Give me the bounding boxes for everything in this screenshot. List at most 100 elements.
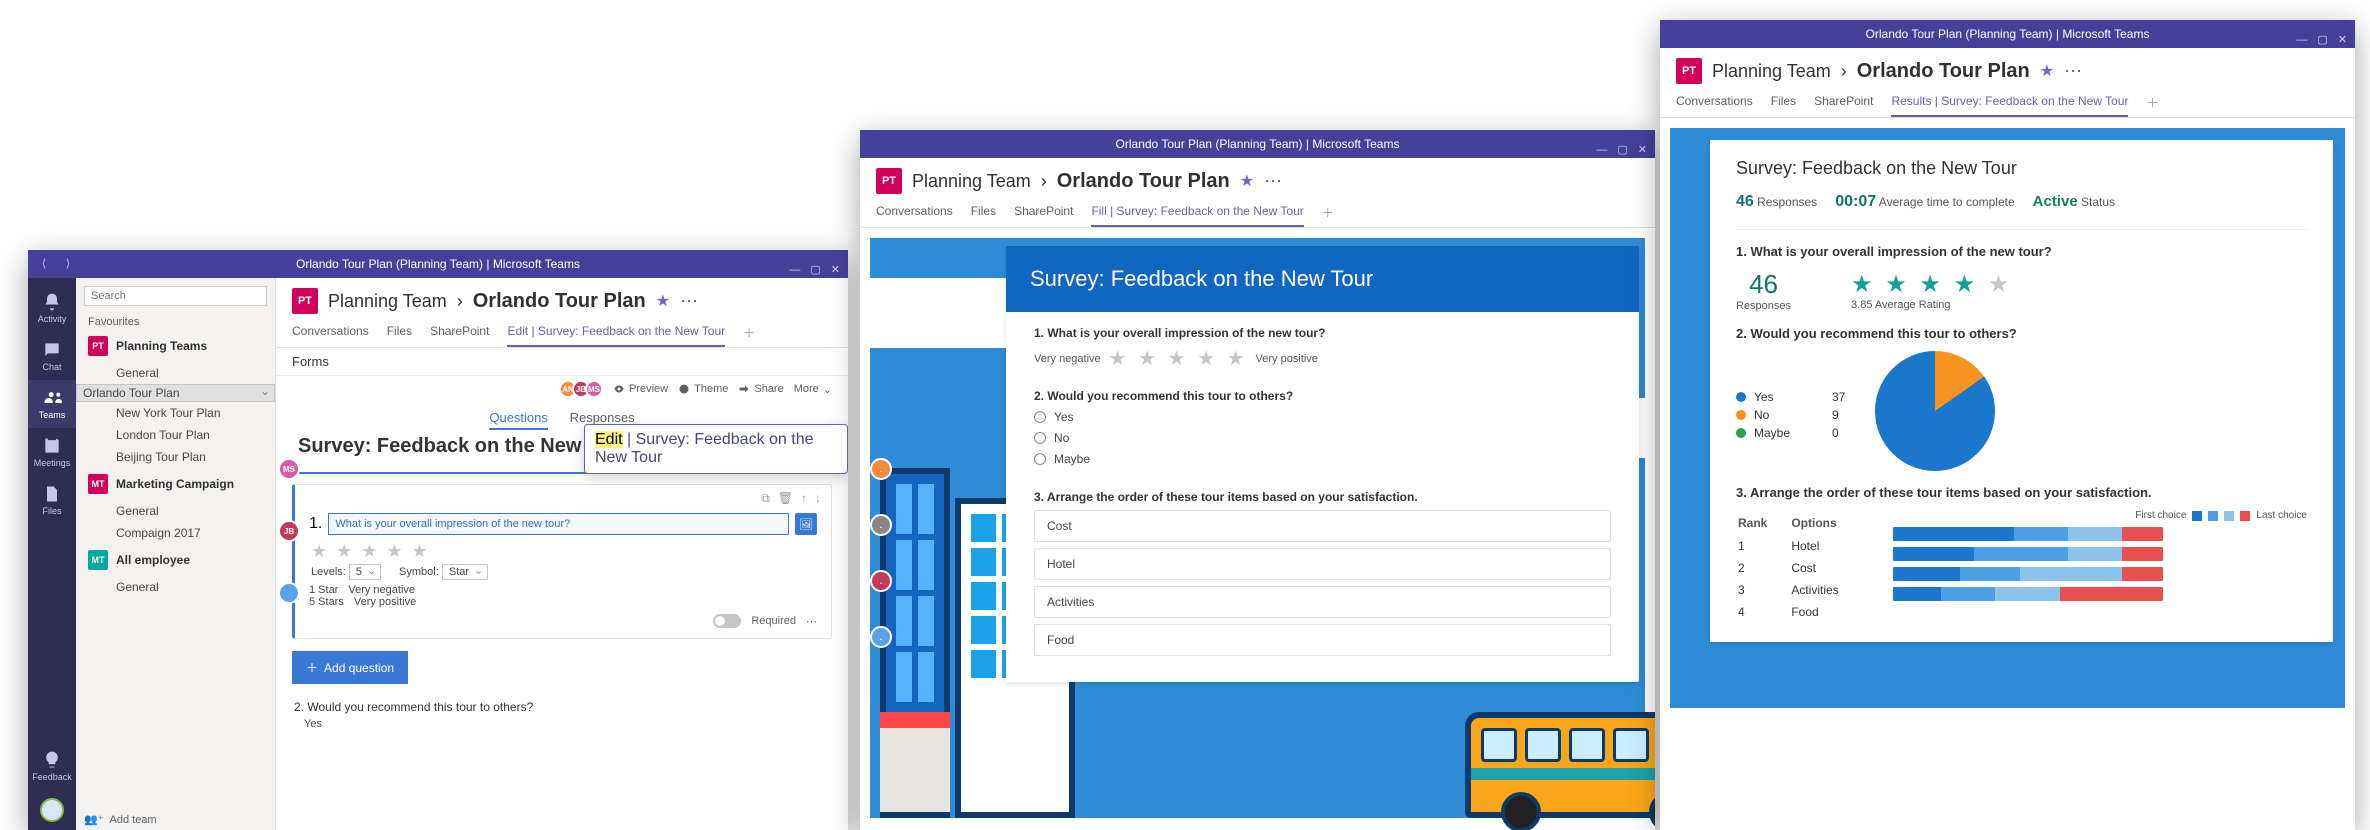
- close-icon[interactable]: ✕: [2338, 26, 2347, 54]
- table-row: 4Food: [1738, 602, 1861, 622]
- tab-sharepoint[interactable]: SharePoint: [1014, 198, 1073, 227]
- channel-item[interactable]: London Tour Plan: [76, 424, 275, 446]
- nav-fwd-icon[interactable]: ⟩: [58, 250, 78, 278]
- q1-text-input[interactable]: [328, 513, 789, 535]
- q2-text: Would you recommend this tour to others?: [307, 700, 533, 714]
- more-icon[interactable]: ⋯: [1264, 171, 1282, 192]
- radio-option[interactable]: Yes: [1034, 409, 1611, 424]
- rail-files[interactable]: Files: [28, 476, 76, 524]
- rail-meetings[interactable]: Meetings: [28, 428, 76, 476]
- add-question-button[interactable]: ＋ Add question: [292, 651, 408, 684]
- close-icon[interactable]: ✕: [1638, 136, 1647, 164]
- bc-team[interactable]: Planning Team: [912, 171, 1031, 192]
- add-tab-icon[interactable]: ＋: [743, 318, 755, 347]
- add-tab-icon[interactable]: ＋: [2146, 88, 2158, 117]
- bulb-icon: [42, 750, 62, 770]
- more-button[interactable]: More ⌄: [794, 383, 832, 396]
- more-icon[interactable]: ⋯: [680, 291, 698, 312]
- tab-files[interactable]: Files: [387, 318, 412, 347]
- radio-option[interactable]: No: [1034, 430, 1611, 445]
- star-icon[interactable]: ★: [2040, 61, 2054, 81]
- bc-team[interactable]: Planning Team: [328, 291, 447, 312]
- question-card[interactable]: ⧉ 🗑 ↑ ↓ 1. 🖼 ★ ★ ★ ★ ★ Levels:: [292, 484, 832, 639]
- stacked-bar: [1893, 527, 2163, 541]
- bc-channel[interactable]: Orlando Tour Plan: [473, 290, 646, 313]
- channel-sidebar: Favourites PTPlanning TeamsGeneralOrland…: [76, 278, 276, 830]
- moveup-icon[interactable]: ↑: [801, 491, 807, 506]
- form-backdrop: Survey: Feedback on the New Tour 1. What…: [870, 238, 1645, 818]
- questions-tab[interactable]: Questions: [489, 410, 548, 430]
- channel-item[interactable]: Beijing Tour Plan: [76, 446, 275, 468]
- min-icon[interactable]: —: [2296, 26, 2307, 54]
- team-row[interactable]: PTPlanning Teams: [76, 330, 275, 362]
- max-icon[interactable]: ▢: [810, 256, 820, 284]
- tab-form-fill[interactable]: Fill | Survey: Feedback on the New Tour: [1091, 198, 1303, 227]
- rank-option[interactable]: Activities: [1034, 586, 1611, 618]
- min-icon[interactable]: —: [789, 256, 800, 284]
- required-toggle[interactable]: [713, 614, 741, 628]
- tab-sharepoint[interactable]: SharePoint: [430, 318, 489, 347]
- star-icon[interactable]: ★: [1240, 171, 1254, 191]
- window-title: Orlando Tour Plan (Planning Team) | Micr…: [1866, 27, 2150, 41]
- trash-icon[interactable]: 🗑: [778, 491, 793, 506]
- nav-back-icon[interactable]: ⟨: [34, 250, 54, 278]
- rank-option[interactable]: Cost: [1034, 510, 1611, 542]
- tab-sharepoint[interactable]: SharePoint: [1814, 88, 1873, 117]
- share-icon: [738, 383, 750, 395]
- teams-icon: [42, 388, 62, 408]
- channel-item[interactable]: New York Tour Plan: [76, 402, 275, 424]
- avatar-ms[interactable]: MS: [585, 380, 603, 398]
- rank-option[interactable]: Hotel: [1034, 548, 1611, 580]
- share-button[interactable]: Share: [738, 383, 783, 395]
- search-input[interactable]: [84, 286, 267, 306]
- q2-opt: Yes: [304, 718, 832, 730]
- bc-channel[interactable]: Orlando Tour Plan: [1057, 170, 1230, 193]
- rail-activity[interactable]: Activity: [28, 284, 76, 332]
- tab-conversations[interactable]: Conversations: [292, 318, 369, 347]
- channel-item[interactable]: General: [76, 362, 275, 384]
- collab-avatars: AN JB MS: [564, 380, 603, 398]
- max-icon[interactable]: ▢: [1617, 136, 1627, 164]
- radio-option[interactable]: Maybe: [1034, 451, 1611, 466]
- team-row[interactable]: MTMarketing Campaign: [76, 468, 275, 500]
- bc-channel[interactable]: Orlando Tour Plan: [1857, 60, 2030, 83]
- rank-option[interactable]: Food: [1034, 624, 1611, 656]
- channel-item[interactable]: Compaign 2017: [76, 522, 275, 544]
- bc-team[interactable]: Planning Team: [1712, 61, 1831, 82]
- levels-select[interactable]: 5: [349, 564, 381, 580]
- rating-input[interactable]: Very negative ★ ★ ★ ★ ★ Very positive: [1034, 346, 1611, 371]
- responses-tab[interactable]: Responses: [570, 410, 635, 425]
- rail-chat[interactable]: Chat: [28, 332, 76, 380]
- preview-button[interactable]: Preview: [613, 383, 668, 395]
- titlebar: Orlando Tour Plan (Planning Team) | Micr…: [1660, 20, 2355, 48]
- star-icon[interactable]: ★: [656, 291, 670, 311]
- tab-conversations[interactable]: Conversations: [876, 198, 953, 227]
- tab-files[interactable]: Files: [971, 198, 996, 227]
- image-icon[interactable]: 🖼: [795, 513, 817, 535]
- max-icon[interactable]: ▢: [2317, 26, 2327, 54]
- rail-teams[interactable]: Teams: [28, 380, 76, 428]
- add-team-button[interactable]: 👥⁺ Add team: [84, 813, 157, 826]
- min-icon[interactable]: —: [1596, 136, 1607, 164]
- tab-form-edit[interactable]: Edit | Survey: Feedback on the New Tour: [507, 318, 725, 347]
- copy-icon[interactable]: ⧉: [761, 491, 770, 506]
- legend-item: Maybe0: [1736, 426, 1845, 440]
- more-icon[interactable]: ⋯: [2064, 61, 2082, 82]
- chevron-right-icon: ›: [1041, 171, 1047, 192]
- rail-feedback[interactable]: Feedback: [28, 742, 76, 790]
- q-more-icon[interactable]: ⋯: [806, 615, 817, 628]
- tab-conversations[interactable]: Conversations: [1676, 88, 1753, 117]
- me-avatar[interactable]: [40, 798, 64, 822]
- add-tab-icon[interactable]: ＋: [1322, 198, 1334, 227]
- channel-item[interactable]: General: [76, 576, 275, 598]
- symbol-select[interactable]: Star: [442, 564, 488, 580]
- channel-tabs: Conversations Files SharePoint Results |…: [1660, 88, 2355, 118]
- movedown-icon[interactable]: ↓: [815, 491, 821, 506]
- team-row[interactable]: MTAll employee: [76, 544, 275, 576]
- tab-files[interactable]: Files: [1771, 88, 1796, 117]
- theme-button[interactable]: Theme: [678, 383, 728, 395]
- channel-item[interactable]: Orlando Tour Plan: [76, 384, 275, 402]
- close-icon[interactable]: ✕: [831, 256, 840, 284]
- channel-item[interactable]: General: [76, 500, 275, 522]
- tab-form-results[interactable]: Results | Survey: Feedback on the New To…: [1891, 88, 2128, 117]
